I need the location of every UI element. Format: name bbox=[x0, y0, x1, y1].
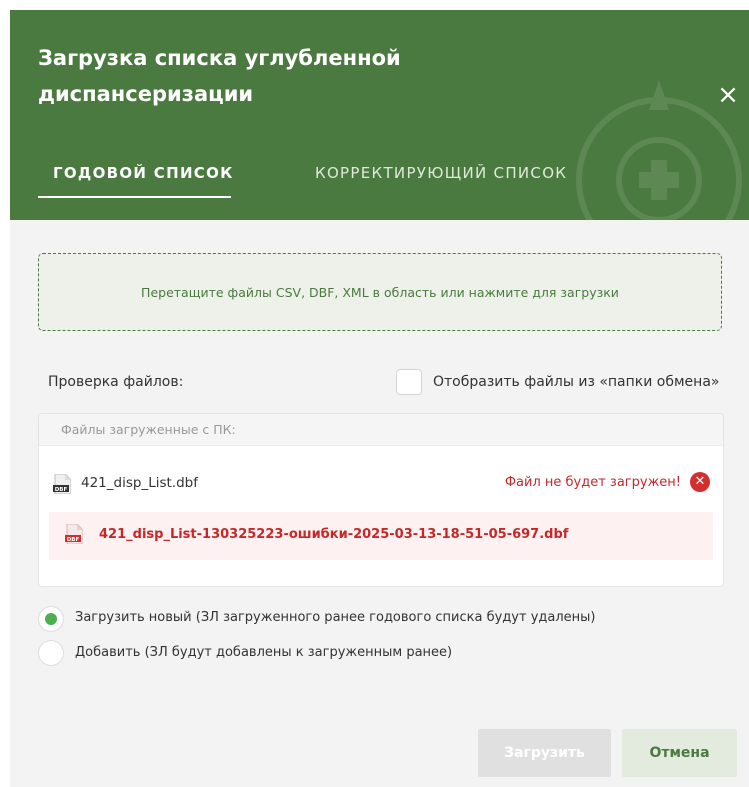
tab-corrective-list[interactable]: КОРРЕКТИРУЮЩИЙ СПИСОК bbox=[315, 164, 567, 182]
files-panel-header: Файлы загруженные с ПК: bbox=[39, 414, 723, 446]
file-check-label: Проверка файлов: bbox=[48, 374, 184, 390]
dbf-file-icon: DBF bbox=[53, 474, 71, 494]
exchange-folder-checkbox[interactable] bbox=[396, 369, 422, 395]
radio-add-label[interactable]: Добавить (ЗЛ будут добавлены к загруженн… bbox=[75, 645, 452, 660]
dialog-header: Загрузка списка углубленной диспансериза… bbox=[10, 10, 749, 220]
error-close-icon[interactable]: ✕ bbox=[690, 472, 710, 492]
dropzone-text: Перетащите файлы CSV, DBF, XML в область… bbox=[141, 284, 619, 300]
radio-add[interactable] bbox=[38, 640, 64, 666]
radio-upload-new[interactable] bbox=[38, 606, 64, 632]
upload-dialog: Загрузка списка углубленной диспансериза… bbox=[10, 10, 749, 787]
close-button[interactable]: × bbox=[715, 82, 741, 108]
upload-button[interactable]: Загрузить bbox=[478, 729, 611, 777]
dbf-error-file-icon: DBF bbox=[65, 524, 83, 544]
file-row: DBF 421_disp_List.dbf Файл не будет загр… bbox=[49, 472, 713, 498]
file-name: 421_disp_List.dbf bbox=[81, 475, 198, 491]
svg-text:DBF: DBF bbox=[55, 487, 68, 493]
uploaded-files-panel: Файлы загруженные с ПК: DBF 421_disp_Lis… bbox=[38, 413, 724, 587]
svg-text:DBF: DBF bbox=[67, 537, 80, 543]
file-error-status: Файл не будет загружен! bbox=[504, 475, 681, 490]
tab-annual-list[interactable]: ГОДОВОЙ СПИСОК bbox=[53, 164, 234, 182]
active-tab-indicator bbox=[38, 196, 231, 198]
file-dropzone[interactable]: Перетащите файлы CSV, DBF, XML в область… bbox=[38, 253, 722, 331]
radio-selected-dot bbox=[45, 613, 57, 625]
error-file-link[interactable]: 421_disp_List-130325223-ошибки-2025-03-1… bbox=[99, 527, 568, 542]
cancel-button[interactable]: Отмена bbox=[622, 729, 737, 777]
radio-upload-new-label[interactable]: Загрузить новый (ЗЛ загруженного ранее г… bbox=[75, 610, 596, 625]
exchange-folder-checkbox-label[interactable]: Отобразить файлы из «папки обмена» bbox=[433, 374, 719, 390]
dialog-title: Загрузка списка углубленной диспансериза… bbox=[38, 46, 401, 106]
error-file-row[interactable]: DBF 421_disp_List-130325223-ошибки-2025-… bbox=[49, 512, 713, 560]
